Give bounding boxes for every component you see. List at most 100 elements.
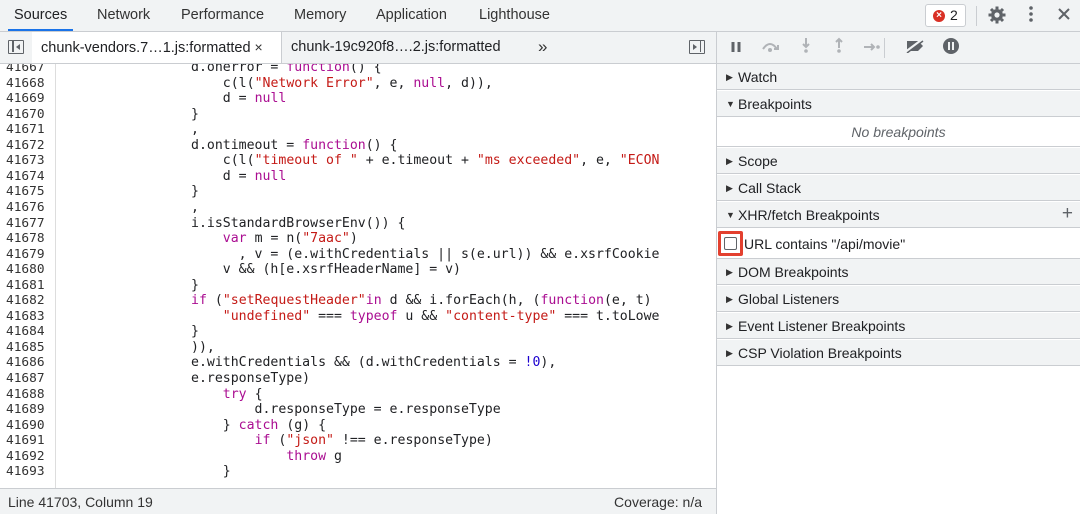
- code-text[interactable]: e.withCredentials && (d.withCredentials …: [64, 355, 556, 371]
- line-number[interactable]: 41672: [6, 138, 52, 154]
- tab-network[interactable]: Network: [91, 0, 156, 31]
- code-line[interactable]: 41687 e.responseType): [0, 371, 716, 387]
- breakpoints-section-header[interactable]: ▼ Breakpoints: [717, 91, 1080, 117]
- code-text[interactable]: "undefined" === typeof u && "content-typ…: [64, 309, 660, 325]
- line-number[interactable]: 41690: [6, 418, 52, 434]
- line-number[interactable]: 41668: [6, 76, 52, 92]
- global-listeners-section-header[interactable]: ▶ Global Listeners: [717, 286, 1080, 312]
- code-text[interactable]: }: [64, 184, 199, 200]
- line-number[interactable]: 41692: [6, 449, 52, 465]
- add-xhr-breakpoint-icon[interactable]: +: [1062, 201, 1073, 227]
- line-number[interactable]: 41678: [6, 231, 52, 247]
- code-line[interactable]: 41683 "undefined" === typeof u && "conte…: [0, 309, 716, 325]
- code-line[interactable]: 41669 d = null: [0, 91, 716, 107]
- watch-section-header[interactable]: ▶ Watch: [717, 64, 1080, 90]
- line-number[interactable]: 41689: [6, 402, 52, 418]
- code-text[interactable]: v && (h[e.xsrfHeaderName] = v): [64, 262, 461, 278]
- code-text[interactable]: var m = n("7aac"): [64, 231, 358, 247]
- close-icon[interactable]: [1053, 5, 1075, 27]
- line-number[interactable]: 41681: [6, 278, 52, 294]
- code-line[interactable]: 41678 var m = n("7aac"): [0, 231, 716, 247]
- step-over-icon[interactable]: [759, 37, 781, 59]
- tab-performance[interactable]: Performance: [175, 0, 270, 31]
- step-icon[interactable]: [861, 37, 883, 59]
- code-line[interactable]: 41673 c(l("timeout of " + e.timeout + "m…: [0, 153, 716, 169]
- code-text[interactable]: d = null: [64, 91, 287, 107]
- code-line[interactable]: 41688 try {: [0, 387, 716, 403]
- line-number[interactable]: 41674: [6, 169, 52, 185]
- code-line[interactable]: 41685 )),: [0, 340, 716, 356]
- tab-memory[interactable]: Memory: [288, 0, 352, 31]
- gear-icon[interactable]: [986, 5, 1008, 27]
- step-into-icon[interactable]: [795, 37, 817, 59]
- code-line[interactable]: 41682 if ("setRequestHeader"in d && i.fo…: [0, 293, 716, 309]
- code-text[interactable]: d.responseType = e.responseType: [64, 402, 501, 418]
- line-number[interactable]: 41667: [6, 64, 52, 76]
- code-text[interactable]: c(l("timeout of " + e.timeout + "ms exce…: [64, 153, 660, 169]
- code-text[interactable]: d.ontimeout = function() {: [64, 138, 397, 154]
- line-number[interactable]: 41673: [6, 153, 52, 169]
- code-text[interactable]: c(l("Network Error", e, null, d)),: [64, 76, 493, 92]
- csp-violation-breakpoints-section-header[interactable]: ▶ CSP Violation Breakpoints: [717, 340, 1080, 366]
- line-number[interactable]: 41676: [6, 200, 52, 216]
- code-line[interactable]: 41680 v && (h[e.xsrfHeaderName] = v): [0, 262, 716, 278]
- xhr-breakpoints-section-header[interactable]: ▼ XHR/fetch Breakpoints +: [717, 202, 1080, 228]
- line-number[interactable]: 41680: [6, 262, 52, 278]
- code-line[interactable]: 41693 }: [0, 464, 716, 480]
- show-navigator-icon[interactable]: [8, 40, 24, 54]
- code-line[interactable]: 41668 c(l("Network Error", e, null, d)),: [0, 76, 716, 92]
- code-line[interactable]: 41671 ,: [0, 122, 716, 138]
- code-line[interactable]: 41674 d = null: [0, 169, 716, 185]
- code-text[interactable]: } catch (g) {: [64, 418, 326, 434]
- scope-section-header[interactable]: ▶ Scope: [717, 148, 1080, 174]
- code-line[interactable]: 41670 }: [0, 107, 716, 123]
- code-line[interactable]: 41691 if ("json" !== e.responseType): [0, 433, 716, 449]
- line-number[interactable]: 41691: [6, 433, 52, 449]
- error-count-badge[interactable]: × 2: [925, 4, 966, 27]
- code-line[interactable]: 41689 d.responseType = e.responseType: [0, 402, 716, 418]
- step-out-icon[interactable]: [828, 37, 850, 59]
- code-text[interactable]: d.onerror = function() {: [64, 64, 382, 76]
- close-tab-icon[interactable]: ×: [255, 39, 263, 55]
- code-text[interactable]: , v = (e.withCredentials || s(e.url)) &&…: [64, 247, 660, 263]
- call-stack-section-header[interactable]: ▶ Call Stack: [717, 175, 1080, 201]
- line-number[interactable]: 41693: [6, 464, 52, 480]
- code-line[interactable]: 41681 }: [0, 278, 716, 294]
- line-number[interactable]: 41683: [6, 309, 52, 325]
- code-line[interactable]: 41692 throw g: [0, 449, 716, 465]
- code-text[interactable]: try {: [64, 387, 263, 403]
- code-text[interactable]: ,: [64, 200, 199, 216]
- coverage-status[interactable]: Coverage: n/a: [614, 490, 702, 514]
- code-text[interactable]: }: [64, 278, 199, 294]
- code-text[interactable]: e.responseType): [64, 371, 310, 387]
- code-line[interactable]: 41672 d.ontimeout = function() {: [0, 138, 716, 154]
- line-number[interactable]: 41671: [6, 122, 52, 138]
- pause-icon[interactable]: [725, 37, 747, 59]
- code-text[interactable]: }: [64, 324, 199, 340]
- code-line[interactable]: 41675 }: [0, 184, 716, 200]
- code-text[interactable]: if ("json" !== e.responseType): [64, 433, 493, 449]
- code-line[interactable]: 41684 }: [0, 324, 716, 340]
- tab-sources[interactable]: Sources: [8, 0, 74, 31]
- deactivate-breakpoints-icon[interactable]: [904, 37, 926, 59]
- line-number[interactable]: 41687: [6, 371, 52, 387]
- kebab-menu-icon[interactable]: [1020, 5, 1042, 27]
- more-tabs-icon[interactable]: »: [538, 32, 547, 62]
- code-text[interactable]: }: [64, 107, 199, 123]
- code-text[interactable]: ,: [64, 122, 199, 138]
- line-number[interactable]: 41682: [6, 293, 52, 309]
- line-number[interactable]: 41675: [6, 184, 52, 200]
- line-number[interactable]: 41686: [6, 355, 52, 371]
- code-text[interactable]: if ("setRequestHeader"in d && i.forEach(…: [64, 293, 652, 309]
- show-debugger-icon[interactable]: [689, 40, 705, 54]
- code-text[interactable]: d = null: [64, 169, 287, 185]
- line-number[interactable]: 41679: [6, 247, 52, 263]
- tab-lighthouse[interactable]: Lighthouse: [473, 0, 556, 31]
- line-number[interactable]: 41685: [6, 340, 52, 356]
- code-text[interactable]: }: [64, 464, 231, 480]
- code-line[interactable]: 41679 , v = (e.withCredentials || s(e.ur…: [0, 247, 716, 263]
- source-tab-chunk-vendors[interactable]: chunk-vendors.7…1.js:formatted ×: [32, 32, 282, 63]
- code-text[interactable]: throw g: [64, 449, 342, 465]
- line-number[interactable]: 41684: [6, 324, 52, 340]
- source-tab-chunk-19c920f8[interactable]: chunk-19c920f8….2.js:formatted: [291, 32, 501, 63]
